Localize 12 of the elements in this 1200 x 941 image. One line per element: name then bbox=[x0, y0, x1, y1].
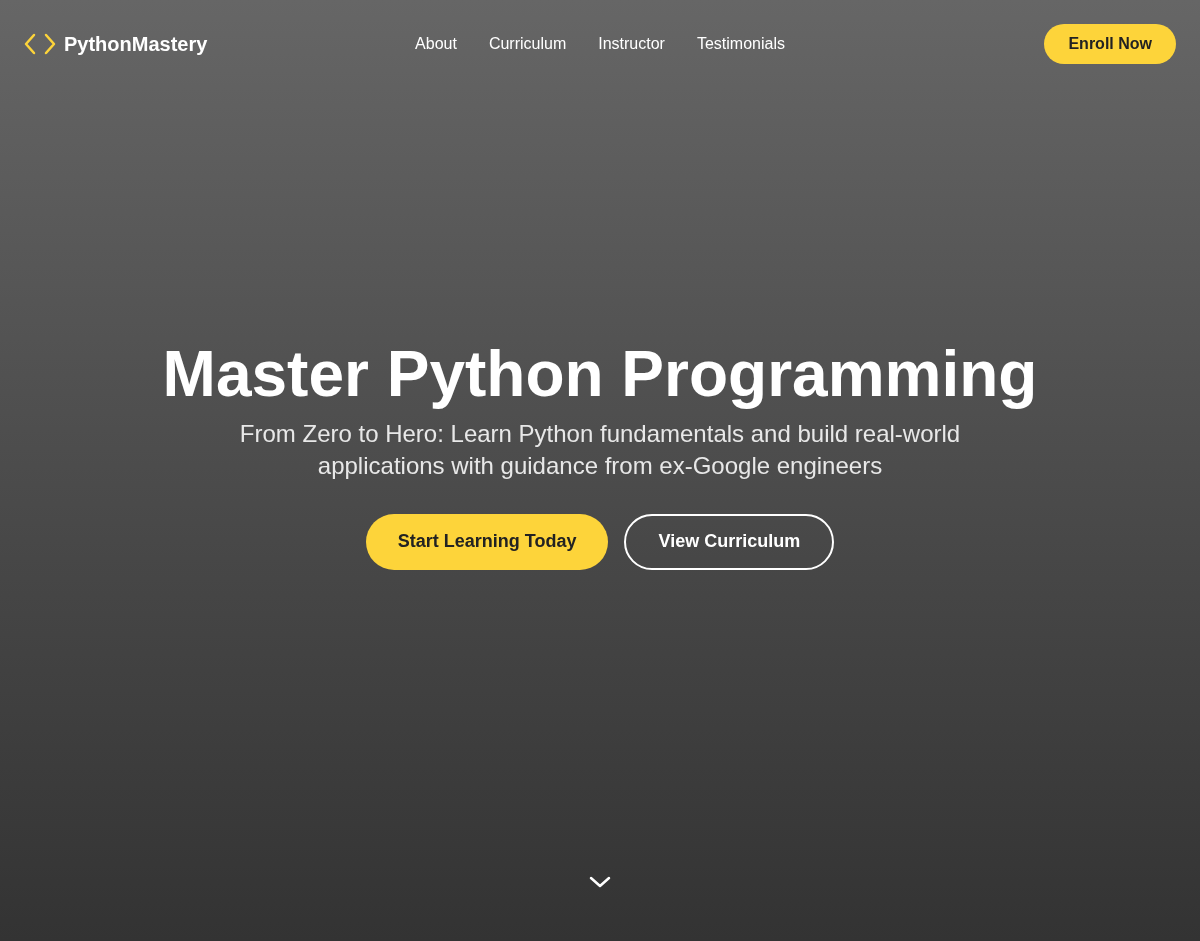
chevron-down-icon[interactable] bbox=[589, 875, 611, 889]
hero-subtitle: From Zero to Hero: Learn Python fundamentals and build real-world applications with guidance from ex-Google engineers bbox=[238, 418, 962, 481]
view-curriculum-button[interactable]: View Curriculum bbox=[624, 513, 835, 570]
nav-link[interactable]: About bbox=[415, 32, 457, 56]
nav-link[interactable]: Curriculum bbox=[488, 32, 567, 56]
hero-title: Master Python Programming bbox=[162, 336, 1038, 412]
start-learning-button[interactable]: Start Learning Today bbox=[365, 513, 609, 570]
code-brackets-icon bbox=[24, 33, 56, 55]
nav-link[interactable]: Testimonials bbox=[696, 32, 785, 56]
logo-text[interactable]: PythonMastery bbox=[64, 29, 208, 59]
enroll-button[interactable]: Enroll Now bbox=[1044, 24, 1176, 64]
nav-link[interactable]: Instructor bbox=[598, 32, 665, 56]
